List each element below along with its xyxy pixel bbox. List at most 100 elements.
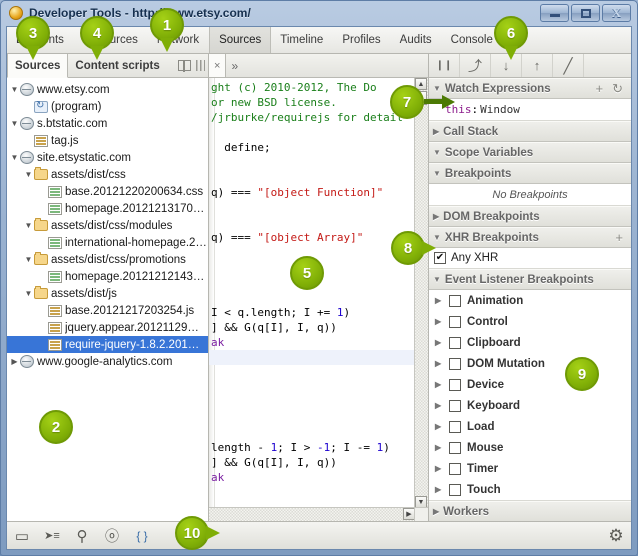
section-watch-expressions[interactable]: ▼ Watch Expressions + ↻ bbox=[429, 78, 631, 99]
navtab-content-scripts[interactable]: Content scripts bbox=[68, 54, 166, 77]
section-scope-variables[interactable]: ▼ Scope Variables bbox=[429, 142, 631, 163]
tab-sources[interactable]: Sources bbox=[209, 27, 272, 53]
gear-icon[interactable]: ⚙ bbox=[601, 522, 631, 549]
code-line: ak bbox=[211, 336, 225, 349]
event-listener-category-row[interactable]: ▶ Device bbox=[429, 374, 631, 395]
section-call-stack[interactable]: ▶ Call Stack bbox=[429, 121, 631, 142]
tree-row[interactable]: tag.js bbox=[7, 132, 208, 149]
tree-row[interactable]: www.etsy.com bbox=[7, 81, 208, 98]
chevron-right-icon[interactable]: ▶ bbox=[435, 422, 443, 431]
search-icon[interactable]: ⚲ bbox=[67, 522, 97, 549]
dock-to-window-button[interactable]: ▭ bbox=[7, 522, 37, 549]
deactivate-breakpoints-button[interactable]: ╱ bbox=[553, 54, 584, 77]
step-over-button[interactable]: ⤴ bbox=[460, 54, 491, 77]
section-xhr-breakpoints[interactable]: ▼ XHR Breakpoints + bbox=[429, 227, 631, 248]
pretty-print-button[interactable]: { } bbox=[127, 522, 157, 549]
close-icon[interactable]: × bbox=[214, 60, 220, 72]
tree-row[interactable]: assets/dist/css bbox=[7, 166, 208, 183]
breakpoints-body: No Breakpoints bbox=[429, 184, 631, 206]
step-out-button[interactable]: ↑ bbox=[522, 54, 553, 77]
chevron-right-icon[interactable]: ▶ bbox=[435, 464, 443, 473]
maximize-button[interactable] bbox=[571, 4, 600, 22]
tree-row[interactable]: site.etsystatic.com bbox=[7, 149, 208, 166]
editor-tab-active[interactable]: × bbox=[209, 54, 227, 77]
chevron-right-icon[interactable]: ▶ bbox=[435, 401, 443, 410]
event-listener-category-row[interactable]: ▶ Mouse bbox=[429, 437, 631, 458]
category-checkbox[interactable] bbox=[449, 294, 461, 307]
editor-tab-overflow[interactable]: » bbox=[226, 54, 243, 77]
minimize-button[interactable] bbox=[540, 4, 569, 22]
category-checkbox[interactable] bbox=[449, 483, 461, 496]
file-tree[interactable]: www.etsy.com (program) s.btstatic.com tag.j… bbox=[7, 78, 208, 521]
tab-timeline[interactable]: Timeline bbox=[271, 27, 333, 53]
code-viewer[interactable]: ght (c) 2010-2012, The Do or new BSD lice… bbox=[209, 78, 428, 521]
category-checkbox[interactable] bbox=[449, 420, 461, 433]
category-checkbox[interactable] bbox=[449, 315, 461, 328]
category-checkbox[interactable] bbox=[449, 357, 461, 370]
category-checkbox[interactable] bbox=[449, 399, 461, 412]
event-listener-category-row[interactable]: ▶ Animation bbox=[429, 290, 631, 311]
close-button[interactable]: X bbox=[602, 4, 631, 22]
chevron-right-icon[interactable] bbox=[9, 357, 20, 366]
code-vertical-scrollbar[interactable]: ▲ ▼ bbox=[414, 78, 428, 508]
section-workers[interactable]: ▶ Workers bbox=[429, 501, 631, 521]
chevron-right-icon[interactable]: ▶ bbox=[435, 485, 443, 494]
tree-row[interactable]: assets/dist/css/promotions bbox=[7, 251, 208, 268]
tree-row[interactable]: require-jquery-1.8.2.201… bbox=[7, 336, 208, 353]
tree-row[interactable]: (program) bbox=[7, 98, 208, 115]
tab-profiles[interactable]: Profiles bbox=[333, 27, 390, 53]
tree-row[interactable]: s.btstatic.com bbox=[7, 115, 208, 132]
event-listener-category-row[interactable]: ▶ Clipboard bbox=[429, 332, 631, 353]
tree-row[interactable]: base.20121217203254.js bbox=[7, 302, 208, 319]
tree-row[interactable]: homepage.20121212143… bbox=[7, 268, 208, 285]
tab-audits[interactable]: Audits bbox=[391, 27, 442, 53]
add-watch-button[interactable]: + bbox=[596, 81, 604, 97]
chevron-right-icon[interactable]: ▶ bbox=[435, 359, 443, 368]
chevron-down-icon[interactable] bbox=[23, 170, 34, 179]
category-checkbox[interactable] bbox=[449, 441, 461, 454]
pause-on-exceptions-button[interactable]: ⓞ bbox=[97, 522, 127, 549]
section-breakpoints[interactable]: ▼ Breakpoints bbox=[429, 163, 631, 184]
chevron-right-icon[interactable]: ▶ bbox=[435, 380, 443, 389]
chevron-down-icon[interactable] bbox=[23, 221, 34, 230]
watch-expression-row[interactable]: this : Window bbox=[429, 99, 631, 120]
chevron-down-icon[interactable] bbox=[9, 85, 20, 94]
tree-row[interactable]: assets/dist/js bbox=[7, 285, 208, 302]
tree-row[interactable]: jquery.appear.20121129… bbox=[7, 319, 208, 336]
category-checkbox[interactable] bbox=[449, 378, 461, 391]
chevron-right-icon[interactable]: ▶ bbox=[435, 296, 443, 305]
add-xhr-breakpoint-button[interactable]: + bbox=[615, 230, 623, 245]
show-drawer-button[interactable]: ➤≡ bbox=[37, 522, 67, 549]
section-title: Scope Variables bbox=[444, 146, 534, 159]
tree-row[interactable]: www.google-analytics.com bbox=[7, 353, 208, 370]
chevron-down-icon[interactable] bbox=[9, 119, 20, 128]
tree-row[interactable]: homepage.20121213170… bbox=[7, 200, 208, 217]
category-checkbox[interactable] bbox=[449, 336, 461, 349]
split-panel-icon[interactable] bbox=[178, 59, 191, 72]
category-label: Control bbox=[467, 315, 508, 328]
tree-row[interactable]: assets/dist/css/modules bbox=[7, 217, 208, 234]
code-horizontal-scrollbar[interactable]: ▶ bbox=[209, 507, 415, 521]
tree-row[interactable]: international-homepage.2… bbox=[7, 234, 208, 251]
event-listener-category-row[interactable]: ▶ Timer bbox=[429, 458, 631, 479]
event-listener-list[interactable]: ▶ Animation ▶ Control ▶ Clipboard ▶ DOM Mutatio… bbox=[429, 290, 631, 501]
chevron-right-icon[interactable]: ▶ bbox=[435, 443, 443, 452]
event-listener-category-row[interactable]: ▶ DOM Mutation bbox=[429, 353, 631, 374]
category-checkbox[interactable] bbox=[449, 462, 461, 475]
chevron-right-icon[interactable]: ▶ bbox=[435, 317, 443, 326]
event-listener-category-row[interactable]: ▶ Touch bbox=[429, 479, 631, 500]
event-listener-category-row[interactable]: ▶ Control bbox=[429, 311, 631, 332]
xhr-breakpoint-row[interactable]: ✔ Any XHR bbox=[429, 248, 631, 268]
chevron-down-icon[interactable] bbox=[23, 255, 34, 264]
grip-icon[interactable] bbox=[196, 60, 205, 71]
section-dom-breakpoints[interactable]: ▶ DOM Breakpoints bbox=[429, 206, 631, 227]
chevron-right-icon[interactable]: ▶ bbox=[435, 338, 443, 347]
chevron-down-icon[interactable] bbox=[23, 289, 34, 298]
pause-resume-button[interactable]: ❙❙ bbox=[429, 54, 460, 77]
refresh-watch-button[interactable]: ↻ bbox=[612, 81, 623, 97]
section-event-listener-breakpoints[interactable]: ▼ Event Listener Breakpoints bbox=[429, 269, 631, 290]
tree-row[interactable]: base.20121220200634.css bbox=[7, 183, 208, 200]
event-listener-category-row[interactable]: ▶ Load bbox=[429, 416, 631, 437]
chevron-down-icon[interactable] bbox=[9, 153, 20, 162]
event-listener-category-row[interactable]: ▶ Keyboard bbox=[429, 395, 631, 416]
